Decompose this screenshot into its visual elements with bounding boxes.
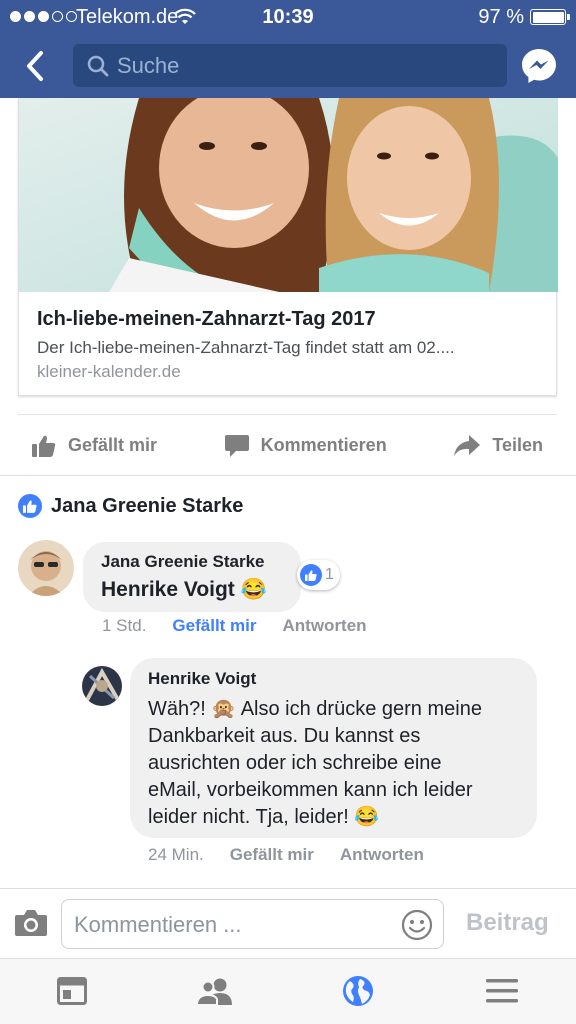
- reactor-name[interactable]: Jana Greenie Starke: [51, 495, 243, 518]
- search-input[interactable]: [117, 52, 497, 79]
- avatar[interactable]: [82, 666, 122, 706]
- share-label: Teilen: [492, 435, 543, 455]
- like-reaction-icon: [18, 494, 42, 518]
- search-icon: [87, 55, 109, 76]
- comment-bubble[interactable]: Henrike Voigt Wäh?! 🙊 Also ich drücke ge…: [130, 658, 537, 838]
- reactions-summary[interactable]: Jana Greenie Starke: [18, 494, 243, 518]
- comment-reaction-count[interactable]: 1: [297, 560, 340, 590]
- comment-bubble[interactable]: Jana Greenie Starke Henrike Voigt 😂: [83, 542, 301, 612]
- comment-composer: Beitrag: [0, 888, 576, 958]
- chevron-left-icon: [27, 51, 43, 81]
- comment-label: Kommentieren: [260, 435, 387, 455]
- link-preview-image: [19, 98, 558, 292]
- battery-percent: 97 %: [478, 6, 524, 28]
- tab-notifications[interactable]: [338, 973, 378, 1009]
- comment-line: ausrichten oder ich schreibe eine: [148, 752, 442, 774]
- comment-author[interactable]: Jana Greenie Starke: [101, 552, 264, 572]
- link-preview-card[interactable]: Ich-liebe-meinen-Zahnarzt-Tag 2017 Der I…: [18, 98, 558, 396]
- camera-icon[interactable]: [14, 909, 48, 937]
- reaction-count: 1: [325, 566, 334, 583]
- mention-link[interactable]: Henrike Voigt: [101, 578, 235, 601]
- battery-icon: [530, 9, 570, 25]
- comment-author[interactable]: Henrike Voigt: [148, 669, 256, 689]
- link-preview-text: Ich-liebe-meinen-Zahnarzt-Tag 2017 Der I…: [37, 308, 542, 382]
- comment-text: Henrike Voigt 😂: [101, 578, 267, 602]
- comment-line: Wäh?! 🙊 Also ich drücke gern meine: [148, 698, 482, 720]
- comment-line: eMail, vorbeikommen kann ich leider: [148, 779, 473, 801]
- comment-icon: [224, 434, 249, 457]
- like-label: Gefällt mir: [68, 435, 158, 455]
- post-comment-button[interactable]: Beitrag: [466, 909, 549, 937]
- back-button[interactable]: [18, 46, 52, 86]
- comment-reply-button[interactable]: Antworten: [340, 845, 424, 865]
- comment-time: 24 Min.: [148, 845, 204, 864]
- post-actions: Gefällt mir Kommentieren Teilen: [18, 414, 557, 476]
- comment-button[interactable]: Kommentieren: [224, 434, 387, 457]
- link-description: Der Ich-liebe-meinen-Zahnarzt-Tag findet…: [37, 338, 455, 357]
- search-bar[interactable]: [73, 44, 507, 87]
- comment-input-box[interactable]: [61, 899, 444, 949]
- avatar[interactable]: [18, 540, 74, 596]
- comment-input[interactable]: [74, 912, 394, 938]
- laughing-emoji: 😂: [240, 578, 267, 601]
- friends-icon: [197, 978, 232, 1005]
- comment-time: 1 Std.: [102, 616, 147, 635]
- link-domain: kleiner-kalender.de: [37, 362, 181, 381]
- comment-like-button[interactable]: Gefällt mir: [230, 845, 314, 865]
- thumbs-up-icon: [32, 435, 56, 457]
- comment-line: Dankbarkeit aus. Du kannst es: [148, 725, 421, 747]
- messenger-icon[interactable]: [520, 47, 558, 85]
- tab-news-feed[interactable]: [52, 973, 92, 1009]
- globe-icon: [343, 976, 373, 1006]
- tab-friends[interactable]: [195, 973, 235, 1009]
- news-feed-icon: [57, 977, 87, 1005]
- tab-bar: [0, 958, 576, 1024]
- comment-like-button[interactable]: Gefällt mir: [172, 616, 256, 636]
- comment-line: leider nicht. Tja, leider! 😂: [148, 806, 380, 828]
- comment-meta: 24 Min. Gefällt mir Antworten: [148, 845, 424, 865]
- share-button[interactable]: Teilen: [454, 434, 543, 457]
- like-button[interactable]: Gefällt mir: [32, 435, 157, 457]
- like-reaction-icon: [300, 564, 322, 586]
- comment-text: Wäh?! 🙊 Also ich drücke gern meine Dankb…: [148, 696, 482, 831]
- smiley-icon[interactable]: [401, 909, 433, 941]
- comment-meta: 1 Std. Gefällt mir Antworten: [102, 616, 367, 636]
- status-bar: Telekom.de 10:39 97 %: [0, 0, 576, 34]
- post-detail: Ich-liebe-meinen-Zahnarzt-Tag 2017 Der I…: [0, 98, 576, 888]
- top-bar: Telekom.de 10:39 97 %: [0, 0, 576, 98]
- tab-menu[interactable]: [482, 973, 522, 1009]
- menu-icon: [486, 979, 518, 1003]
- comment-reply-button[interactable]: Antworten: [283, 616, 367, 636]
- link-title[interactable]: Ich-liebe-meinen-Zahnarzt-Tag 2017: [37, 308, 542, 331]
- divider: [0, 475, 576, 476]
- share-arrow-icon: [454, 434, 481, 456]
